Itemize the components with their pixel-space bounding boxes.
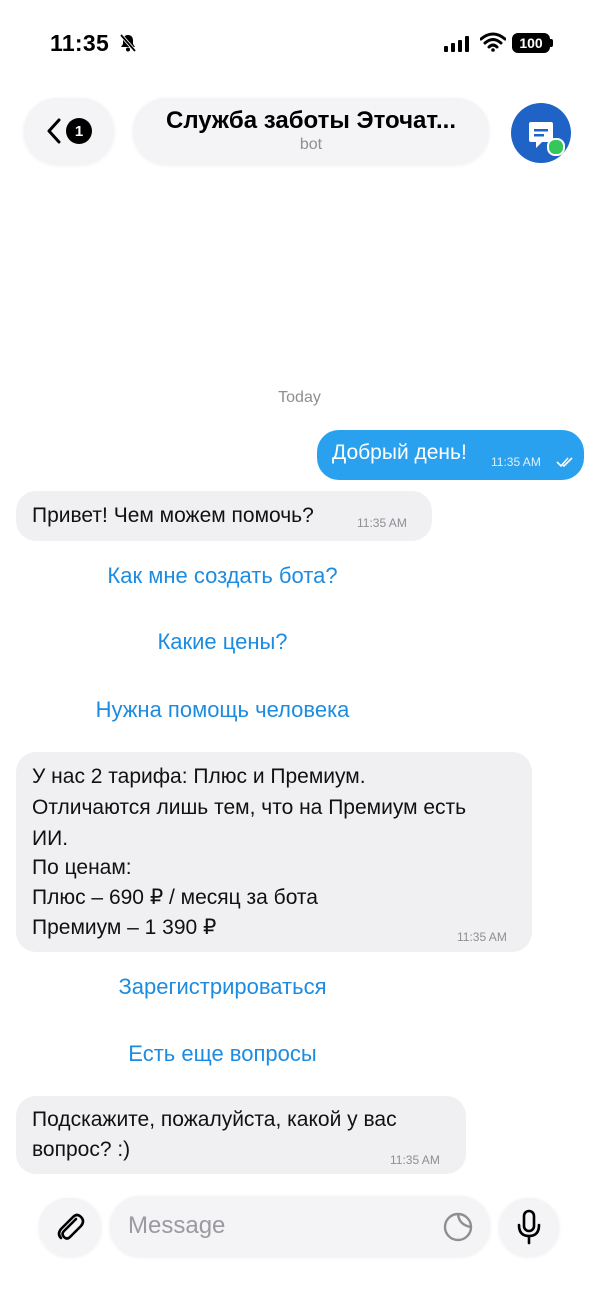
incoming-message-1-text: Привет! Чем можем помочь? <box>32 504 314 527</box>
unread-badge: 1 <box>66 118 92 144</box>
incoming-message-2-time: 11:35 AM <box>457 930 507 944</box>
outgoing-message-time: 11:35 AM <box>491 455 541 469</box>
date-separator: Today <box>278 389 321 406</box>
outgoing-message[interactable]: Добрый день! 11:35 AM <box>317 430 584 480</box>
battery-level: 100 <box>519 35 543 51</box>
online-status-dot <box>547 138 565 156</box>
incoming-message-2-line: ИИ. <box>32 827 69 850</box>
incoming-message-1-time: 11:35 AM <box>357 516 407 530</box>
incoming-message-2-line: Плюс – 690 ₽ / месяц за бота <box>32 886 318 909</box>
outgoing-message-text: Добрый день! <box>332 441 467 464</box>
chat-subtitle: bot <box>299 136 323 153</box>
quick-reply-prices[interactable]: Какие цены? <box>0 629 445 655</box>
double-check-icon <box>556 457 573 468</box>
incoming-message-3-line: Подскажите, пожалуйста, какой у вас <box>32 1108 397 1131</box>
status-time: 11:35 <box>50 30 110 56</box>
bell-slash-icon <box>119 33 137 53</box>
incoming-message-3-time: 11:35 AM <box>390 1153 440 1167</box>
quick-reply-create-bot[interactable]: Как мне создать бота? <box>0 563 445 589</box>
incoming-message-2-line: У нас 2 тарифа: Плюс и Премиум. <box>32 765 366 788</box>
chevron-left-icon <box>47 118 61 144</box>
chat-title-pill[interactable]: Служба заботы Эточат... bot <box>133 98 489 164</box>
chat-title: Служба заботы Эточат... <box>165 107 457 134</box>
paperclip-icon <box>57 1213 85 1240</box>
incoming-message-1[interactable]: Привет! Чем можем помочь? 11:35 AM <box>16 491 432 541</box>
battery-icon: 100 <box>512 33 550 53</box>
quick-reply-human-help[interactable]: Нужна помощь человека <box>0 697 445 723</box>
incoming-message-3-line: вопрос? :) <box>32 1138 131 1161</box>
voice-message-button[interactable] <box>499 1198 559 1256</box>
sticker-icon[interactable] <box>442 1211 474 1243</box>
microphone-icon <box>517 1209 541 1245</box>
incoming-message-2-line: Премиум – 1 390 ₽ <box>32 916 217 939</box>
battery-tip <box>550 39 553 47</box>
quick-reply-more-questions[interactable]: Есть еще вопросы <box>0 1041 445 1067</box>
signal-icon <box>444 36 469 52</box>
wifi-icon <box>480 32 506 52</box>
quick-reply-register[interactable]: Зарегистрироваться <box>0 974 445 1000</box>
back-button[interactable]: 1 <box>24 98 114 164</box>
incoming-message-3[interactable]: Подскажите, пожалуйста, какой у вас вопр… <box>16 1096 466 1174</box>
incoming-message-2-line: По ценам: <box>32 856 132 879</box>
message-input[interactable] <box>110 1196 490 1256</box>
incoming-message-2-line: Отличаются лишь тем, что на Премиум есть <box>32 796 467 819</box>
attach-button[interactable] <box>39 1198 101 1256</box>
incoming-message-2[interactable]: У нас 2 тарифа: Плюс и Премиум. Отличают… <box>16 752 532 952</box>
